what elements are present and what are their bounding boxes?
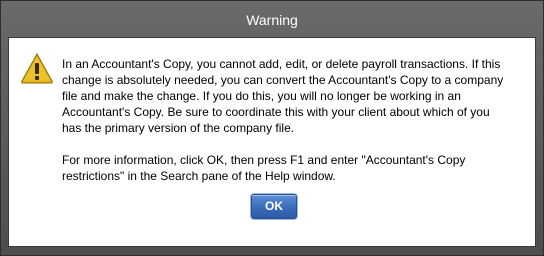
- warning-message: In an Accountant's Copy, you cannot add,…: [62, 56, 522, 184]
- message-line: file and make the change. If you do this…: [62, 89, 461, 103]
- message-line: has the primary version of the company f…: [62, 121, 295, 135]
- message-paragraph-2: For more information, click OK, then pre…: [62, 152, 522, 184]
- message-line: For more information, click OK, then pre…: [62, 153, 466, 167]
- message-paragraph-1: In an Accountant's Copy, you cannot add,…: [62, 56, 522, 136]
- ok-button[interactable]: OK: [251, 194, 297, 219]
- message-line: change is absolutely needed, you can con…: [62, 73, 504, 87]
- warning-dialog: Warning In an Accountant's Copy, you can…: [0, 0, 544, 256]
- message-line: In an Accountant's Copy, you cannot add,…: [62, 57, 501, 71]
- title-bar[interactable]: Warning: [1, 1, 543, 37]
- message-line: Accountant's Copy. Be sure to coordinate…: [62, 105, 490, 119]
- message-line: restrictions" in the Search pane of the …: [62, 169, 336, 183]
- dialog-title: Warning: [246, 12, 298, 28]
- dialog-content: In an Accountant's Copy, you cannot add,…: [8, 37, 536, 247]
- warning-icon: [21, 52, 53, 84]
